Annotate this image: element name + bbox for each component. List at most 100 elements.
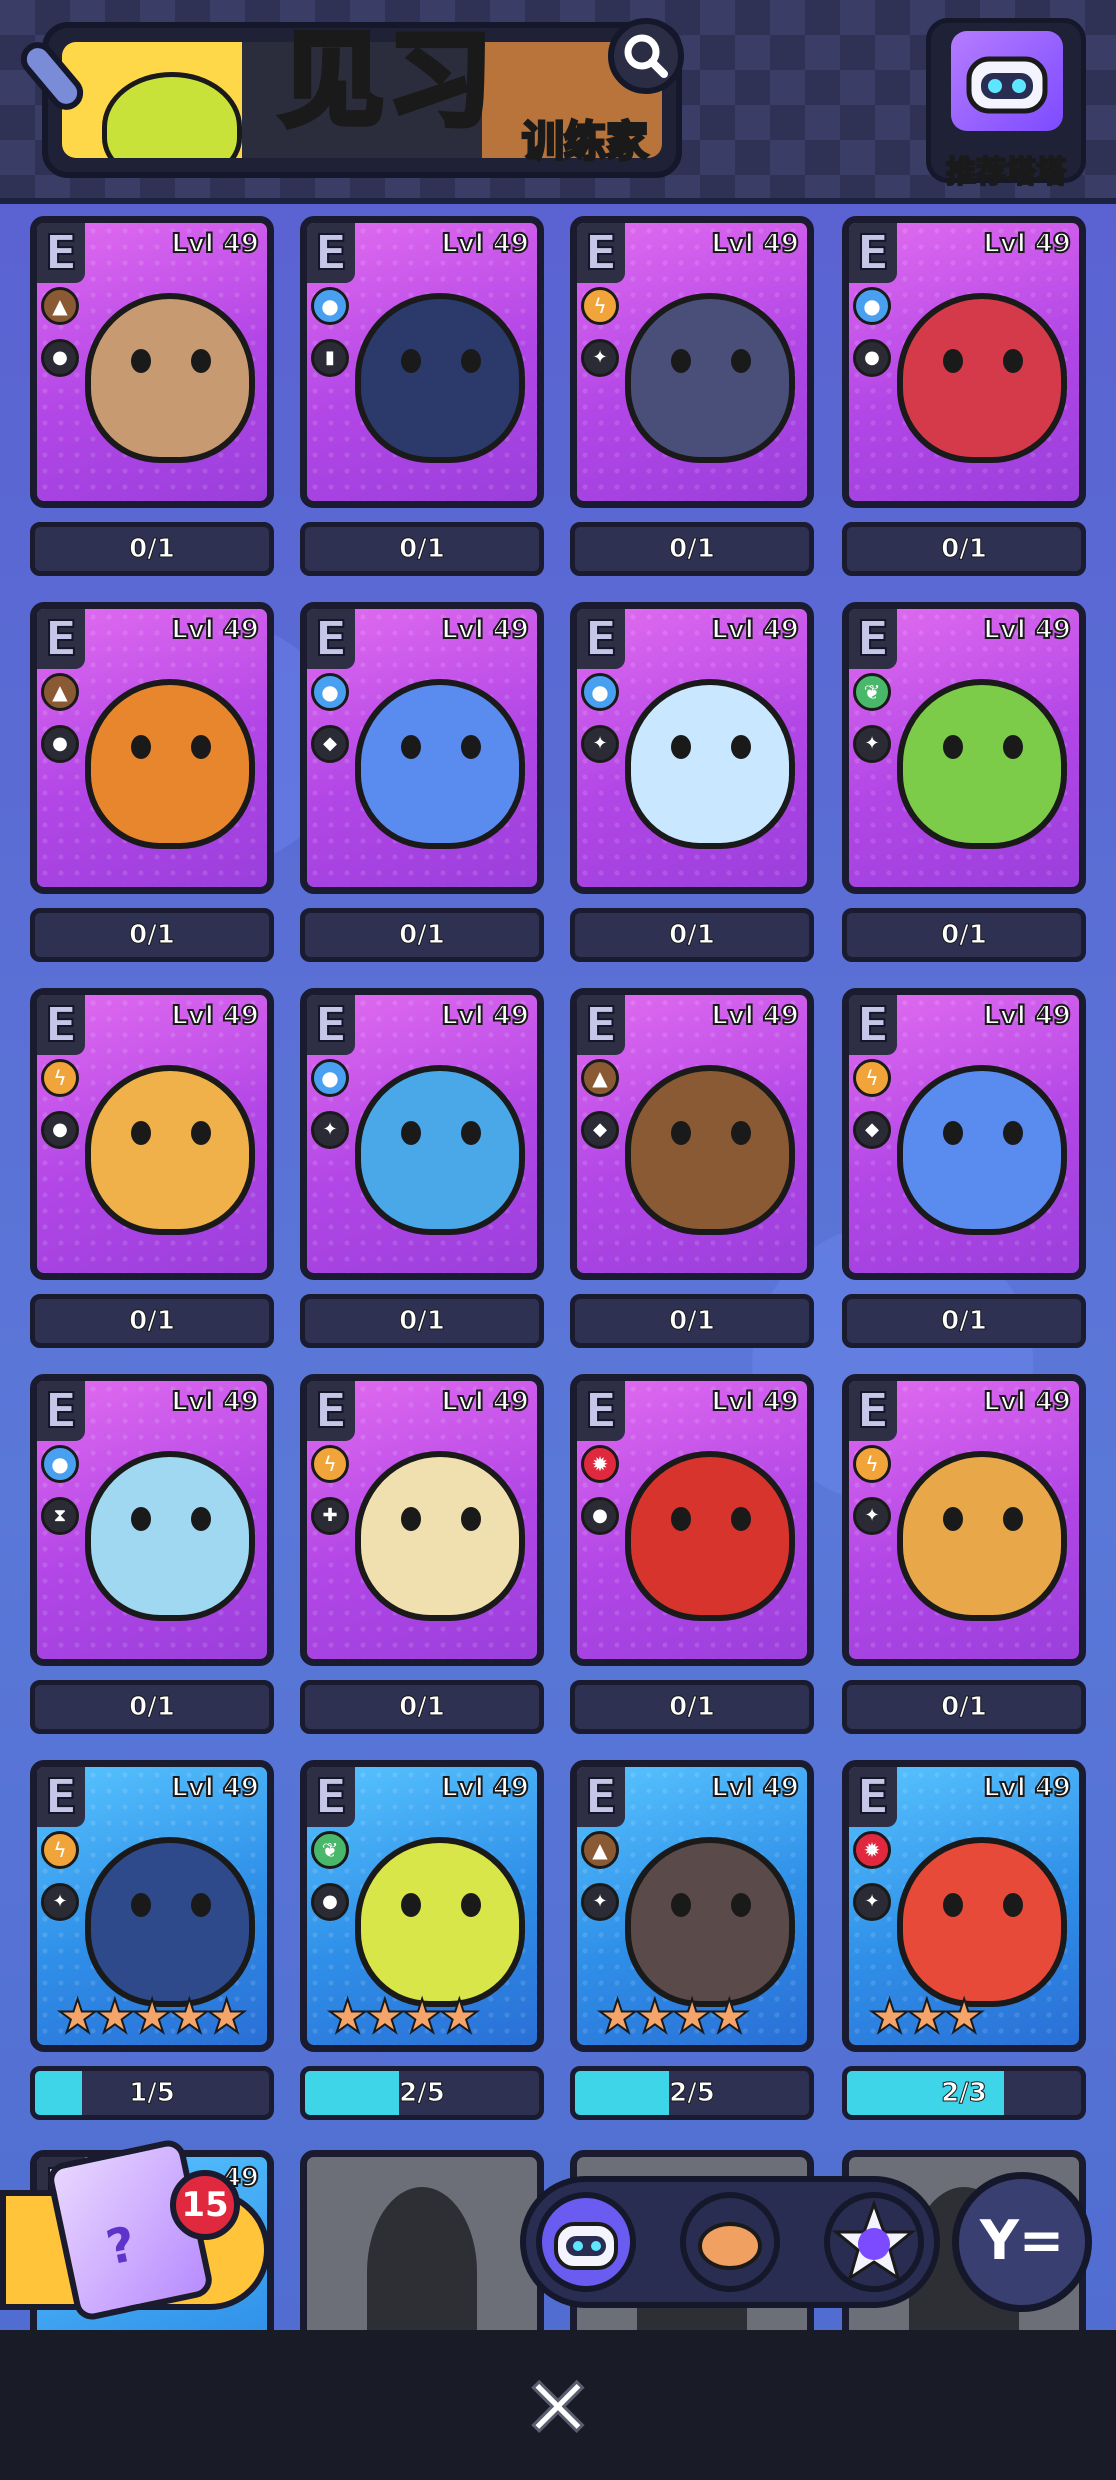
filter-button[interactable]: Y= (952, 2172, 1092, 2312)
creature-portrait (897, 679, 1067, 849)
pet-card[interactable]: E Lvl 49 ϟ ✚ (300, 1374, 544, 1666)
level-label: Lvl 49 (710, 614, 800, 646)
shard-count: 0/1 (129, 534, 176, 565)
level-label: Lvl 49 (710, 1000, 800, 1032)
star-cat-tab[interactable] (824, 2192, 924, 2292)
rank-badge: E (307, 1767, 355, 1827)
attacker-role-icon: ✦ (581, 339, 619, 377)
shard-progress-bar: 0/1 (842, 522, 1086, 576)
water-element-icon: ● (311, 287, 349, 325)
attacker-role-icon: ✦ (581, 725, 619, 763)
tank-role-icon: ● (311, 1883, 349, 1921)
attacker-role-icon: ✦ (853, 725, 891, 763)
pet-card[interactable]: E Lvl 49 ▲ ● (30, 602, 274, 894)
pet-card[interactable]: E Lvl 49 ϟ ✦ (842, 1374, 1086, 1666)
attacker-role-icon: ✦ (853, 1497, 891, 1535)
shard-count: 1/5 (129, 2078, 176, 2109)
level-label: Lvl 49 (710, 1772, 800, 1804)
pet-card[interactable]: E Lvl 49 ✹ ● (570, 1374, 814, 1666)
pet-card[interactable]: E Lvl 49 ✹ ✦ ★★★ (842, 1760, 1086, 2052)
mystery-count-badge: 15 (170, 2170, 240, 2240)
level-label: Lvl 49 (982, 614, 1072, 646)
shard-progress-bar: 0/1 (30, 522, 274, 576)
rank-badge: E (37, 995, 85, 1055)
shard-count: 0/1 (129, 920, 176, 951)
level-label: Lvl 49 (710, 1386, 800, 1418)
shard-progress-bar: 0/1 (570, 522, 814, 576)
creature-portrait (85, 1065, 255, 1235)
pet-card[interactable]: E Lvl 49 ϟ ● (30, 988, 274, 1280)
hamster-icon (698, 2222, 762, 2270)
star-cat-icon (831, 2199, 917, 2282)
rank-badge: E (307, 995, 355, 1055)
hamster-tab[interactable] (680, 2192, 780, 2292)
pet-card[interactable]: E Lvl 49 ▲ ● (30, 216, 274, 508)
pet-card[interactable]: E Lvl 49 ❦ ✦ (842, 602, 1086, 894)
pet-card[interactable]: E Lvl 49 ϟ ◆ (842, 988, 1086, 1280)
shard-progress-bar: 2/5 (570, 2066, 814, 2120)
creature-portrait (897, 1451, 1067, 1621)
level-label: Lvl 49 (170, 1386, 260, 1418)
level-label: Lvl 49 (982, 1386, 1072, 1418)
shard-progress-bar: 0/1 (842, 1680, 1086, 1734)
creature-portrait (897, 1837, 1067, 2007)
question-mark: ? (101, 2215, 141, 2277)
close-button[interactable]: ✕ (518, 2365, 598, 2452)
pet-card[interactable]: E Lvl 49 ● ✦ (300, 988, 544, 1280)
level-label: Lvl 49 (440, 1000, 530, 1032)
pet-card[interactable]: E Lvl 49 ϟ ✦ (570, 216, 814, 508)
shard-progress-bar: 0/1 (842, 908, 1086, 962)
creature-portrait (625, 1451, 795, 1621)
pet-card[interactable]: E Lvl 49 ❦ ● ★★★★ (300, 1760, 544, 2052)
shard-progress-bar: 1/5 (30, 2066, 274, 2120)
rank-badge: E (577, 609, 625, 669)
earth-element-icon: ▲ (41, 673, 79, 711)
creature-portrait (355, 1065, 525, 1235)
tab-dock (520, 2176, 940, 2308)
rank-badge: E (307, 1381, 355, 1441)
shard-progress-bar: 0/1 (30, 908, 274, 962)
shard-count: 0/1 (399, 920, 446, 951)
level-label: Lvl 49 (982, 228, 1072, 260)
pet-card[interactable]: E Lvl 49 ● ✦ (570, 602, 814, 894)
pet-card[interactable]: E Lvl 49 ▲ ◆ (570, 988, 814, 1280)
shard-count: 0/1 (941, 920, 988, 951)
shard-progress-bar: 0/1 (570, 1680, 814, 1734)
pet-card[interactable]: E Lvl 49 ϟ ✦ ★★★★★ (30, 1760, 274, 2052)
shard-progress-bar: 0/1 (300, 1680, 544, 1734)
creature-portrait (85, 293, 255, 463)
shard-progress-bar: 0/1 (30, 1680, 274, 1734)
locked-card[interactable] (300, 2150, 544, 2350)
shard-count: 2/3 (941, 2078, 988, 2109)
shard-count: 0/1 (669, 534, 716, 565)
shard-count: 0/1 (941, 1306, 988, 1337)
level-label: Lvl 49 (170, 614, 260, 646)
fire-element-icon: ✹ (581, 1445, 619, 1483)
shard-count: 0/1 (399, 1692, 446, 1723)
rank-badge: E (37, 1381, 85, 1441)
creature-portrait (355, 293, 525, 463)
pet-card[interactable]: E Lvl 49 ● ⧗ (30, 1374, 274, 1666)
robot-cat-tab[interactable] (536, 2192, 636, 2292)
creature-portrait (355, 1451, 525, 1621)
creature-portrait (85, 1837, 255, 2007)
shard-count: 2/5 (399, 2078, 446, 2109)
shard-count: 0/1 (129, 1306, 176, 1337)
pet-card[interactable]: E Lvl 49 ▲ ✦ ★★★★ (570, 1760, 814, 2052)
support-role-icon: ◆ (311, 725, 349, 763)
star-rating: ★★★★ (596, 1989, 751, 2043)
earth-element-icon: ▲ (41, 287, 79, 325)
level-label: Lvl 49 (170, 1772, 260, 1804)
shard-count: 0/1 (941, 1692, 988, 1723)
water-element-icon: ● (41, 1445, 79, 1483)
shard-progress-bar: 0/1 (570, 908, 814, 962)
close-icon: ✕ (521, 2359, 594, 2457)
silhouette-icon (367, 2187, 477, 2343)
special-role-icon: ⧗ (41, 1497, 79, 1535)
water-element-icon: ● (311, 1059, 349, 1097)
pet-card[interactable]: E Lvl 49 ● ▮ (300, 216, 544, 508)
pet-card[interactable]: E Lvl 49 ● ● (842, 216, 1086, 508)
water-element-icon: ● (581, 673, 619, 711)
rank-badge: E (577, 1381, 625, 1441)
pet-card[interactable]: E Lvl 49 ● ◆ (300, 602, 544, 894)
